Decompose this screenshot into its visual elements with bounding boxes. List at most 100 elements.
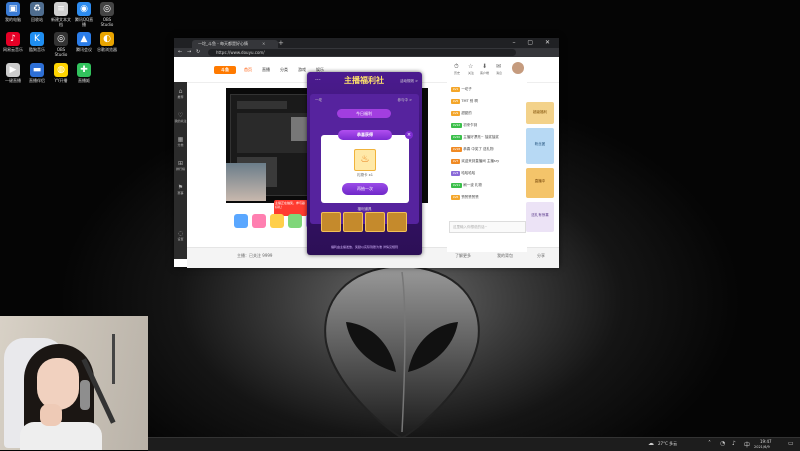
promo-card[interactable]: 粉丝团 bbox=[526, 128, 554, 164]
gift-icon[interactable] bbox=[270, 214, 284, 228]
clock-date[interactable]: 2021/6/9 bbox=[754, 445, 770, 449]
desktop-shortcut[interactable]: ◉ 腾讯QQ直播 bbox=[73, 2, 95, 28]
close-icon[interactable]: × bbox=[405, 131, 413, 139]
draw-again-button[interactable]: 再抽一次 bbox=[342, 183, 388, 195]
prize-slot[interactable] bbox=[343, 212, 363, 232]
desktop-shortcut-label: 回收站 bbox=[31, 17, 43, 22]
today-welfare-pill[interactable]: 今日福利 bbox=[337, 109, 391, 118]
tray-arrow-icon[interactable]: ˄ bbox=[708, 440, 711, 447]
chat-text: 初来乍到 bbox=[463, 123, 478, 127]
desktop-shortcut[interactable]: K 酷狗音乐 bbox=[26, 32, 48, 58]
douyu-logo[interactable]: 斗鱼 bbox=[214, 66, 236, 74]
new-tab-button[interactable]: + bbox=[278, 39, 284, 47]
follow-icon[interactable]: ☆ bbox=[468, 63, 473, 70]
popup-title: 主播福利社 bbox=[344, 76, 384, 85]
desktop-shortcut[interactable]: ▲ 腾讯会议 bbox=[73, 32, 95, 58]
language-icon[interactable]: 中 bbox=[744, 440, 750, 449]
nav-item-home[interactable]: 首页 bbox=[244, 67, 252, 73]
level-badge: LV11 bbox=[451, 182, 463, 188]
desktop-shortcut[interactable]: ✚ 直播姬 bbox=[73, 63, 95, 89]
desktop-shortcut[interactable]: ♪ 网易云音乐 bbox=[2, 32, 24, 58]
chat-input[interactable]: 这里输入你想说的话~ bbox=[449, 221, 526, 233]
window-controls[interactable]: – ▢ ✕ bbox=[512, 39, 555, 46]
desktop-shortcut[interactable]: ▶ 一键直播 bbox=[2, 63, 24, 89]
tab-bar: 一坨_斗鱼 - 每天都是好心情 × + – ▢ ✕ bbox=[174, 38, 559, 48]
alien-logo bbox=[324, 264, 480, 440]
desktop-shortcut-label: 网易云音乐 bbox=[3, 47, 23, 52]
url-input[interactable]: https://www.douyu.com/ bbox=[208, 49, 516, 56]
live-companion-icon: ▬ bbox=[30, 63, 44, 77]
sidebar-item-rank[interactable]: ⊞ 排行榜 bbox=[174, 160, 187, 171]
sidebar-item-settings[interactable]: ◌ 设置 bbox=[174, 230, 187, 241]
close-tab-icon[interactable]: × bbox=[262, 41, 265, 46]
settings-icon: ◌ bbox=[177, 230, 184, 237]
promo-card[interactable]: 超级福利 bbox=[526, 102, 554, 124]
my-computer-icon: ▣ bbox=[6, 2, 20, 16]
desktop-shortcut[interactable]: ◍ YY开播 bbox=[50, 63, 72, 89]
message-icon[interactable]: ✉ bbox=[496, 63, 501, 70]
gift-icon[interactable] bbox=[288, 214, 302, 228]
popup-status-link[interactable]: 参与中 > bbox=[397, 98, 412, 103]
prize-slot[interactable] bbox=[387, 212, 407, 232]
sidebar-item-label: 我的关注 bbox=[174, 119, 187, 123]
flag-icon: ⚑ bbox=[177, 184, 184, 191]
level-badge: LV1 bbox=[451, 86, 461, 92]
address-bar: ← → ↻ https://www.douyu.com/ bbox=[174, 48, 559, 57]
back-icon[interactable]: ← bbox=[178, 49, 182, 55]
avatar[interactable] bbox=[512, 62, 524, 74]
download-icon[interactable]: ⬇ bbox=[482, 63, 487, 70]
desktop-shortcut[interactable]: ▬ 直播伴侣 bbox=[26, 63, 48, 89]
streamer-body bbox=[20, 422, 102, 450]
rules-link[interactable]: 活动规则 > bbox=[400, 79, 418, 84]
netease-music-icon: ♪ bbox=[6, 32, 20, 46]
gift-icon[interactable] bbox=[252, 214, 266, 228]
gift-icon[interactable] bbox=[234, 214, 248, 228]
promo-card[interactable]: 送礼有惊喜 bbox=[526, 202, 554, 232]
grid-icon: ▦ bbox=[177, 136, 184, 143]
prize-card-title: 恭喜获得 bbox=[338, 130, 392, 140]
sidebar-item-recommend[interactable]: ⌂ 推荐 bbox=[174, 88, 187, 99]
reload-icon[interactable]: ↻ bbox=[196, 49, 200, 55]
live-ji-icon: ✚ bbox=[77, 63, 91, 77]
desktop-shortcut[interactable]: ♻ 回收站 bbox=[26, 2, 48, 28]
message-label: 消息 bbox=[496, 71, 503, 75]
notification-icon[interactable]: ▭ bbox=[788, 440, 794, 447]
desktop-shortcut[interactable]: ≡ 新建文本文档 bbox=[50, 2, 72, 28]
home-icon: ⌂ bbox=[178, 88, 183, 95]
sidebar-item-follow[interactable]: ♡ 我的关注 bbox=[174, 112, 187, 123]
chat-message: LV18 恭喜 中奖了 送礼物 bbox=[451, 146, 527, 153]
desktop-shortcut-label: OBS Studio bbox=[54, 47, 68, 57]
desktop-shortcut[interactable]: ◎ OBS Studio bbox=[50, 32, 72, 58]
nav-item-live[interactable]: 直播 bbox=[262, 67, 270, 73]
more-icon[interactable]: ··· bbox=[315, 77, 321, 84]
promo-card[interactable]: 直播中 bbox=[526, 168, 554, 198]
network-icon[interactable]: ◔ bbox=[720, 440, 725, 447]
nav-item-game[interactable]: 游戏 bbox=[298, 67, 306, 73]
clock-time[interactable]: 19:47 bbox=[760, 439, 772, 444]
nav-item-category[interactable]: 分类 bbox=[280, 67, 288, 73]
history-label: 历史 bbox=[454, 71, 461, 75]
desktop-shortcut[interactable]: ◎ OBS Studio bbox=[96, 2, 118, 28]
desktop-shortcut-label: 一键直播 bbox=[5, 78, 21, 83]
prize-slot[interactable] bbox=[321, 212, 341, 232]
forward-icon[interactable]: → bbox=[187, 49, 191, 55]
backpack-link[interactable]: 我的背包 bbox=[497, 253, 513, 259]
sidebar-item-label: 设置 bbox=[177, 237, 184, 241]
microphone-icon bbox=[80, 380, 90, 410]
site-sidebar: ⌂ 推荐 ♡ 我的关注 ▦ 分类 ⊞ 排行榜 ⚑ 赛事 ◌ 设置 bbox=[174, 82, 187, 259]
history-icon[interactable]: ⏱ bbox=[454, 63, 459, 71]
desktop-shortcut[interactable]: ▣ 我的电脑 bbox=[2, 2, 24, 28]
desktop-shortcut[interactable]: ◐ 谷歌浏览器 bbox=[96, 32, 118, 58]
obs-icon: ◎ bbox=[100, 2, 114, 16]
level-badge: LV12 bbox=[451, 122, 463, 128]
learn-more-link[interactable]: 了解更多 bbox=[455, 253, 471, 259]
chat-text: TMT 别 啊 bbox=[461, 99, 478, 103]
sidebar-item-category[interactable]: ▦ 分类 bbox=[174, 136, 187, 147]
weather-icon[interactable]: ☁ bbox=[648, 440, 654, 447]
volume-icon[interactable]: ♪ bbox=[732, 440, 736, 447]
level-badge: LV5 bbox=[451, 98, 461, 104]
weather-text[interactable]: 27°C 多云 bbox=[658, 441, 677, 447]
taskbar: ☁ 27°C 多云 ˄ ◔ ♪ 中 19:47 2021/6/9 ▭ bbox=[148, 437, 800, 451]
sidebar-item-match[interactable]: ⚑ 赛事 bbox=[174, 184, 187, 195]
prize-slot[interactable] bbox=[365, 212, 385, 232]
